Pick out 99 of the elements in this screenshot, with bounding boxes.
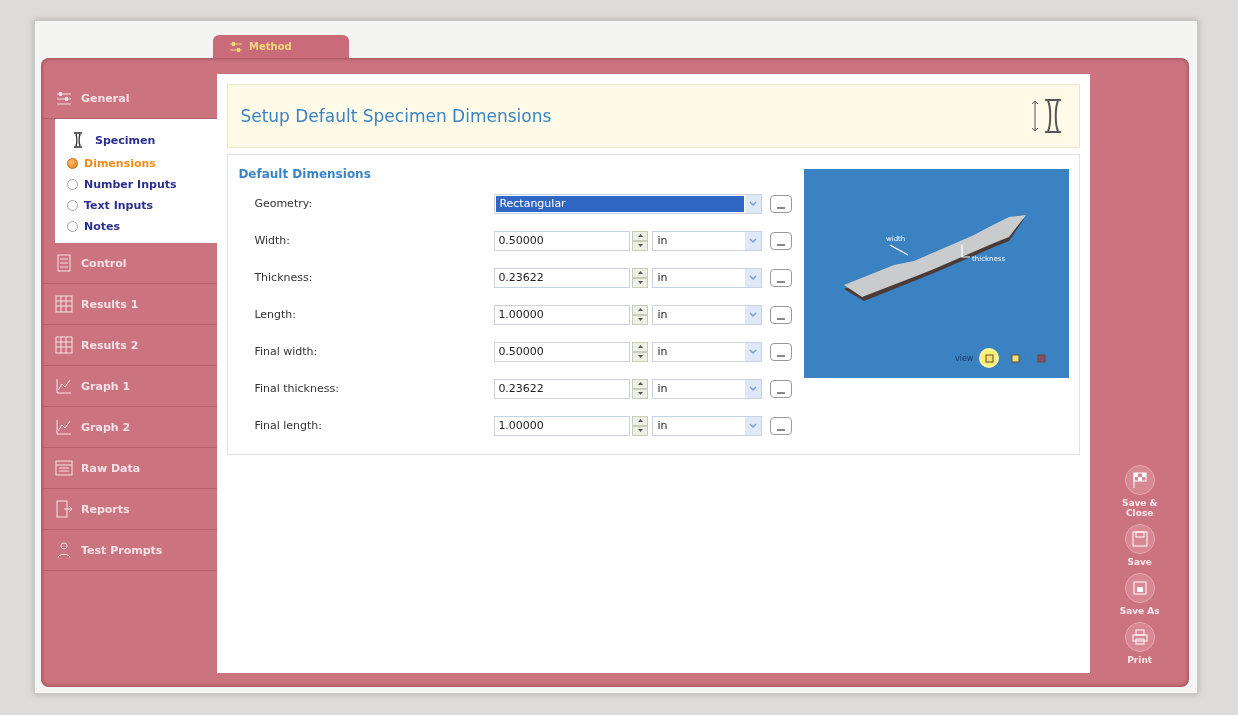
sidebar-label: Reports [81, 502, 130, 516]
down-arrow-icon [637, 281, 643, 284]
cube-icon [1036, 353, 1046, 363]
ellipsis-icon [777, 280, 786, 283]
table-icon [55, 336, 73, 354]
number-field[interactable]: 1.00000 [494, 415, 631, 436]
sidebar-label: Results 2 [81, 338, 139, 352]
unit-dropdown[interactable]: in [652, 304, 763, 325]
spinner[interactable] [632, 341, 649, 362]
sidebar-label: Graph 2 [81, 420, 131, 434]
field-label: Width: [253, 234, 292, 247]
chevron-down-icon [749, 237, 758, 244]
sidebar-label: Test Prompts [81, 543, 163, 557]
number-field[interactable]: 1.00000 [494, 304, 631, 325]
number-field[interactable]: 0.50000 [494, 341, 631, 362]
down-arrow-icon [637, 429, 643, 432]
graph-icon [55, 377, 73, 395]
down-arrow-icon [637, 244, 643, 247]
sidebar-label: General [81, 91, 130, 105]
unit-dropdown[interactable]: in [652, 378, 763, 399]
sub-item[interactable]: Number Inputs [55, 174, 218, 195]
spinner[interactable] [632, 230, 649, 251]
report-icon [55, 500, 73, 518]
printer-icon [1130, 628, 1149, 646]
sub-item[interactable]: Notes [55, 216, 218, 237]
sidebar-label: Graph 1 [81, 379, 131, 393]
field-label: Geometry: [253, 197, 314, 210]
section-title: Default Dimensions [238, 167, 372, 181]
more-button[interactable] [770, 379, 793, 398]
number-field[interactable]: 0.23622 [494, 267, 631, 288]
cube-icon [1010, 353, 1020, 363]
unit-dropdown[interactable]: in [652, 341, 763, 362]
spinner[interactable] [632, 267, 649, 288]
tab-label: Method [249, 41, 292, 52]
ellipsis-icon [777, 354, 786, 357]
up-arrow-icon [637, 345, 643, 348]
leader-line [961, 244, 971, 258]
table-icon [55, 295, 73, 313]
up-arrow-icon [637, 271, 643, 274]
spinner[interactable] [632, 378, 649, 399]
person-icon [55, 541, 73, 559]
ellipsis-icon [777, 243, 786, 246]
down-arrow-icon [637, 318, 643, 321]
spinner[interactable] [632, 304, 649, 325]
field-label: Final thickness: [253, 382, 340, 395]
up-arrow-icon [637, 382, 643, 385]
ellipsis-icon [777, 317, 786, 320]
up-arrow-icon [637, 419, 643, 422]
graph-icon [55, 418, 73, 436]
ellipsis-icon [777, 391, 786, 394]
table-icon [55, 459, 73, 477]
sub-item-label: Notes [84, 220, 121, 233]
down-arrow-icon [637, 392, 643, 395]
sliders-icon [229, 39, 243, 54]
field-label: Final width: [253, 345, 319, 358]
number-field[interactable]: 0.50000 [494, 230, 631, 251]
document-icon [55, 254, 73, 272]
field-label: Final length: [253, 419, 323, 432]
sidebar-label: Control [81, 256, 127, 270]
up-arrow-icon [637, 234, 643, 237]
more-button[interactable] [770, 194, 793, 213]
sub-item-label: Text Inputs [84, 199, 154, 212]
sidebar-label: Specimen [95, 133, 156, 147]
ellipsis-icon [777, 206, 786, 209]
checkered-flag-icon [1130, 471, 1149, 489]
leader-line [889, 244, 909, 256]
sub-item-label: Dimensions [84, 157, 156, 170]
sub-item-label: Number Inputs [84, 178, 177, 191]
view-label: view [954, 353, 974, 363]
sliders-icon [55, 89, 73, 107]
more-button[interactable] [770, 416, 793, 435]
down-arrow-icon [637, 355, 643, 358]
up-arrow-icon [637, 308, 643, 311]
unit-dropdown[interactable]: in [652, 267, 763, 288]
chevron-down-icon [749, 422, 758, 429]
unit-dropdown[interactable]: in [652, 415, 763, 436]
more-button[interactable] [770, 268, 793, 287]
sidebar-item[interactable]: Specimen [55, 127, 218, 153]
sidebar-label: Results 1 [81, 297, 139, 311]
chevron-down-icon [749, 274, 758, 281]
number-field[interactable]: 0.23622 [494, 378, 631, 399]
page-title: Setup Default Specimen Dimensions [240, 106, 552, 126]
more-button[interactable] [770, 342, 793, 361]
more-button[interactable] [770, 305, 793, 324]
field-label: Length: [253, 308, 298, 321]
more-button[interactable] [770, 231, 793, 250]
view-button[interactable] [979, 348, 1000, 368]
field-label: Thickness: [253, 271, 314, 284]
sub-item[interactable]: Text Inputs [55, 195, 218, 216]
cube-icon [984, 353, 994, 363]
chevron-down-icon [749, 200, 758, 207]
spinner[interactable] [632, 415, 649, 436]
ellipsis-icon [777, 428, 786, 431]
chevron-down-icon [749, 311, 758, 318]
geometry-dropdown[interactable]: Rectangular [494, 193, 763, 214]
sidebar-label: Raw Data [81, 461, 141, 475]
chevron-down-icon [749, 385, 758, 392]
unit-dropdown[interactable]: in [652, 230, 763, 251]
chevron-down-icon [749, 348, 758, 355]
